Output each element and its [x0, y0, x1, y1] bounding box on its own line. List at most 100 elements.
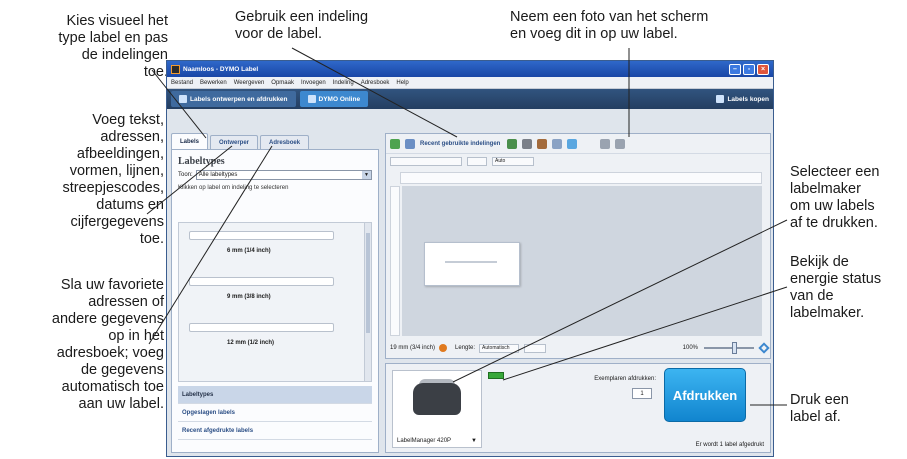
callout-add-content: Voeg tekst, adressen, afbeeldingen, vorm… [62, 112, 164, 247]
horizontal-ruler [400, 172, 762, 184]
font-select[interactable] [390, 156, 462, 166]
mode-tab-online-label: DYMO Online [318, 95, 361, 103]
zoom-slider-thumb[interactable] [732, 342, 737, 354]
list-item[interactable]: 9 mm (3/8 inch) [179, 269, 371, 315]
menu-weergeven[interactable]: Weergeven [234, 80, 265, 86]
insert-icon[interactable] [390, 138, 400, 149]
menu-bar: Bestand Bewerken Weergeven Opmaak Invoeg… [167, 77, 773, 89]
zoom-fit-icon[interactable] [758, 342, 770, 354]
font-size-mode[interactable]: Auto [492, 156, 534, 166]
screenshot-icon[interactable] [567, 138, 578, 149]
label-strip-preview [189, 231, 334, 240]
zoom-level: 100% [682, 345, 698, 351]
tab-labels[interactable]: Labels [171, 133, 209, 149]
menu-bestand[interactable]: Bestand [171, 80, 193, 86]
label-text-object[interactable] [445, 261, 497, 263]
label-design-icon [179, 95, 187, 103]
print-status: Er wordt 1 label afgedrukt [695, 442, 764, 448]
length-label: Lengte: [455, 345, 476, 351]
menu-adresboek[interactable]: Adresboek [361, 80, 390, 86]
recent-layouts-button[interactable]: Recent gebruikte indelingen [420, 141, 500, 147]
labels-pane: Labeltypes Toon: Alle labeltypes ▼ Klikk… [171, 149, 379, 453]
panel-title: Labeltypes [178, 156, 225, 167]
printer-name-row: LabelManager 420P ▼ [397, 438, 477, 444]
layout-size: 12 mm (1/2 inch) [227, 340, 275, 346]
copies-label: Exemplaren afdrukken: [594, 376, 656, 382]
align-icon[interactable] [600, 138, 611, 149]
vertical-ruler [390, 186, 400, 336]
label-size: 19 mm (3/4 inch) [390, 345, 436, 351]
menu-help[interactable]: Help [396, 80, 408, 86]
callout-visual-label-type: Kies visueel het type label en pas de in… [58, 13, 168, 80]
printer-selector[interactable]: LabelManager 420P ▼ [392, 370, 482, 448]
callout-addressbook: Sla uw favoriete adressen of andere gege… [51, 277, 164, 412]
length-value-field[interactable] [524, 343, 547, 353]
printer-image [413, 383, 461, 415]
menu-bewerken[interactable]: Bewerken [200, 80, 227, 86]
category-saved-labels[interactable]: Opgeslagen labels [178, 404, 372, 422]
layout-hint: Klikken op label om indeling te selecter… [178, 185, 289, 191]
scroll-thumb[interactable] [366, 233, 370, 333]
print-panel: LabelManager 420P ▼ Exemplaren afdrukken… [385, 363, 771, 453]
menu-indeling[interactable]: Indeling [333, 80, 354, 86]
save-icon[interactable] [507, 138, 518, 149]
callout-print: Druk een label af. [790, 392, 849, 425]
undo-icon[interactable] [552, 138, 563, 149]
globe-icon [307, 95, 316, 103]
app-window: Naamloos - DYMO Label – ▫ × Bestand Bewe… [166, 60, 774, 457]
left-tabs: Labels Ontwerper Adresboek [171, 133, 379, 149]
category-recent-printed[interactable]: Recent afgedrukte labels [178, 422, 372, 440]
length-mode-select[interactable]: Automatisch [479, 343, 520, 353]
layout-scrollbar[interactable] [364, 223, 371, 381]
zoom-icon[interactable] [615, 138, 626, 149]
label-canvas[interactable] [402, 186, 762, 336]
editor-status-bar: 19 mm (3/4 inch) Lengte: Automatisch 100… [390, 340, 770, 356]
cart-icon [716, 95, 725, 103]
mode-tab-dymo-online[interactable]: DYMO Online [299, 91, 369, 107]
format-toolbar: Auto [386, 154, 770, 168]
tab-adresboek[interactable]: Adresboek [260, 135, 310, 149]
view-filter-label: Toon: [178, 172, 193, 178]
category-labeltypes[interactable]: Labeltypes [178, 386, 372, 404]
list-item[interactable]: 6 mm (1/4 inch) [179, 223, 371, 269]
mode-tab-design-label: Labels ontwerpen en afdrukken [190, 95, 288, 103]
label-strip-preview [189, 323, 334, 332]
printer-name: LabelManager 420P [397, 438, 452, 444]
close-button[interactable]: × [757, 63, 769, 75]
layout-size: 9 mm (3/8 inch) [227, 294, 271, 300]
left-panel: Labels Ontwerper Adresboek Labeltypes To… [171, 133, 379, 453]
menu-invoegen[interactable]: Invoegen [301, 80, 326, 86]
title-bar: Naamloos - DYMO Label – ▫ × [167, 61, 773, 77]
layout-icon[interactable] [405, 138, 415, 149]
print-button[interactable]: Afdrukken [664, 368, 746, 422]
zoom-slider[interactable] [704, 342, 754, 354]
copies-stepper[interactable]: 1 [632, 388, 652, 399]
list-item[interactable]: 12 mm (1/2 inch) [179, 315, 371, 361]
dymo-app-icon [171, 64, 180, 74]
tab-ontwerper[interactable]: Ontwerper [210, 135, 259, 149]
print-icon[interactable] [522, 138, 533, 149]
view-filter-value: Alle labeltypes [198, 172, 238, 178]
callout-select-printer: Selecteer een labelmaker om uw labels af… [790, 164, 880, 231]
maximize-button[interactable]: ▫ [743, 63, 755, 75]
menu-opmaak[interactable]: Opmaak [271, 80, 294, 86]
label-editor: Recent gebruikte indelingen Auto 19 mm (… [385, 133, 771, 359]
chevron-down-icon: ▼ [471, 438, 477, 444]
callout-energy-status: Bekijk de energie status van de labelmak… [790, 254, 882, 321]
window-title: Naamloos - DYMO Label [183, 65, 259, 73]
view-filter-select[interactable]: Alle labeltypes ▼ [195, 170, 372, 180]
view-filter-row: Toon: Alle labeltypes ▼ [172, 170, 378, 180]
layout-size: 6 mm (1/4 inch) [227, 248, 271, 254]
battery-status-icon [488, 372, 504, 379]
buy-labels-button[interactable]: Labels kopen [716, 95, 769, 103]
layout-list: 6 mm (1/4 inch) 9 mm (3/8 inch) 12 mm (1… [178, 222, 372, 382]
label-preview[interactable] [424, 242, 520, 286]
minimize-button[interactable]: – [729, 63, 741, 75]
warning-icon [439, 344, 448, 352]
editor-toolbar: Recent gebruikte indelingen [386, 134, 770, 154]
font-size-select[interactable] [467, 156, 487, 166]
label-strip-preview [189, 277, 334, 286]
paste-icon[interactable] [537, 138, 548, 149]
buy-labels-label: Labels kopen [727, 95, 769, 103]
mode-tab-design-print[interactable]: Labels ontwerpen en afdrukken [171, 91, 296, 107]
